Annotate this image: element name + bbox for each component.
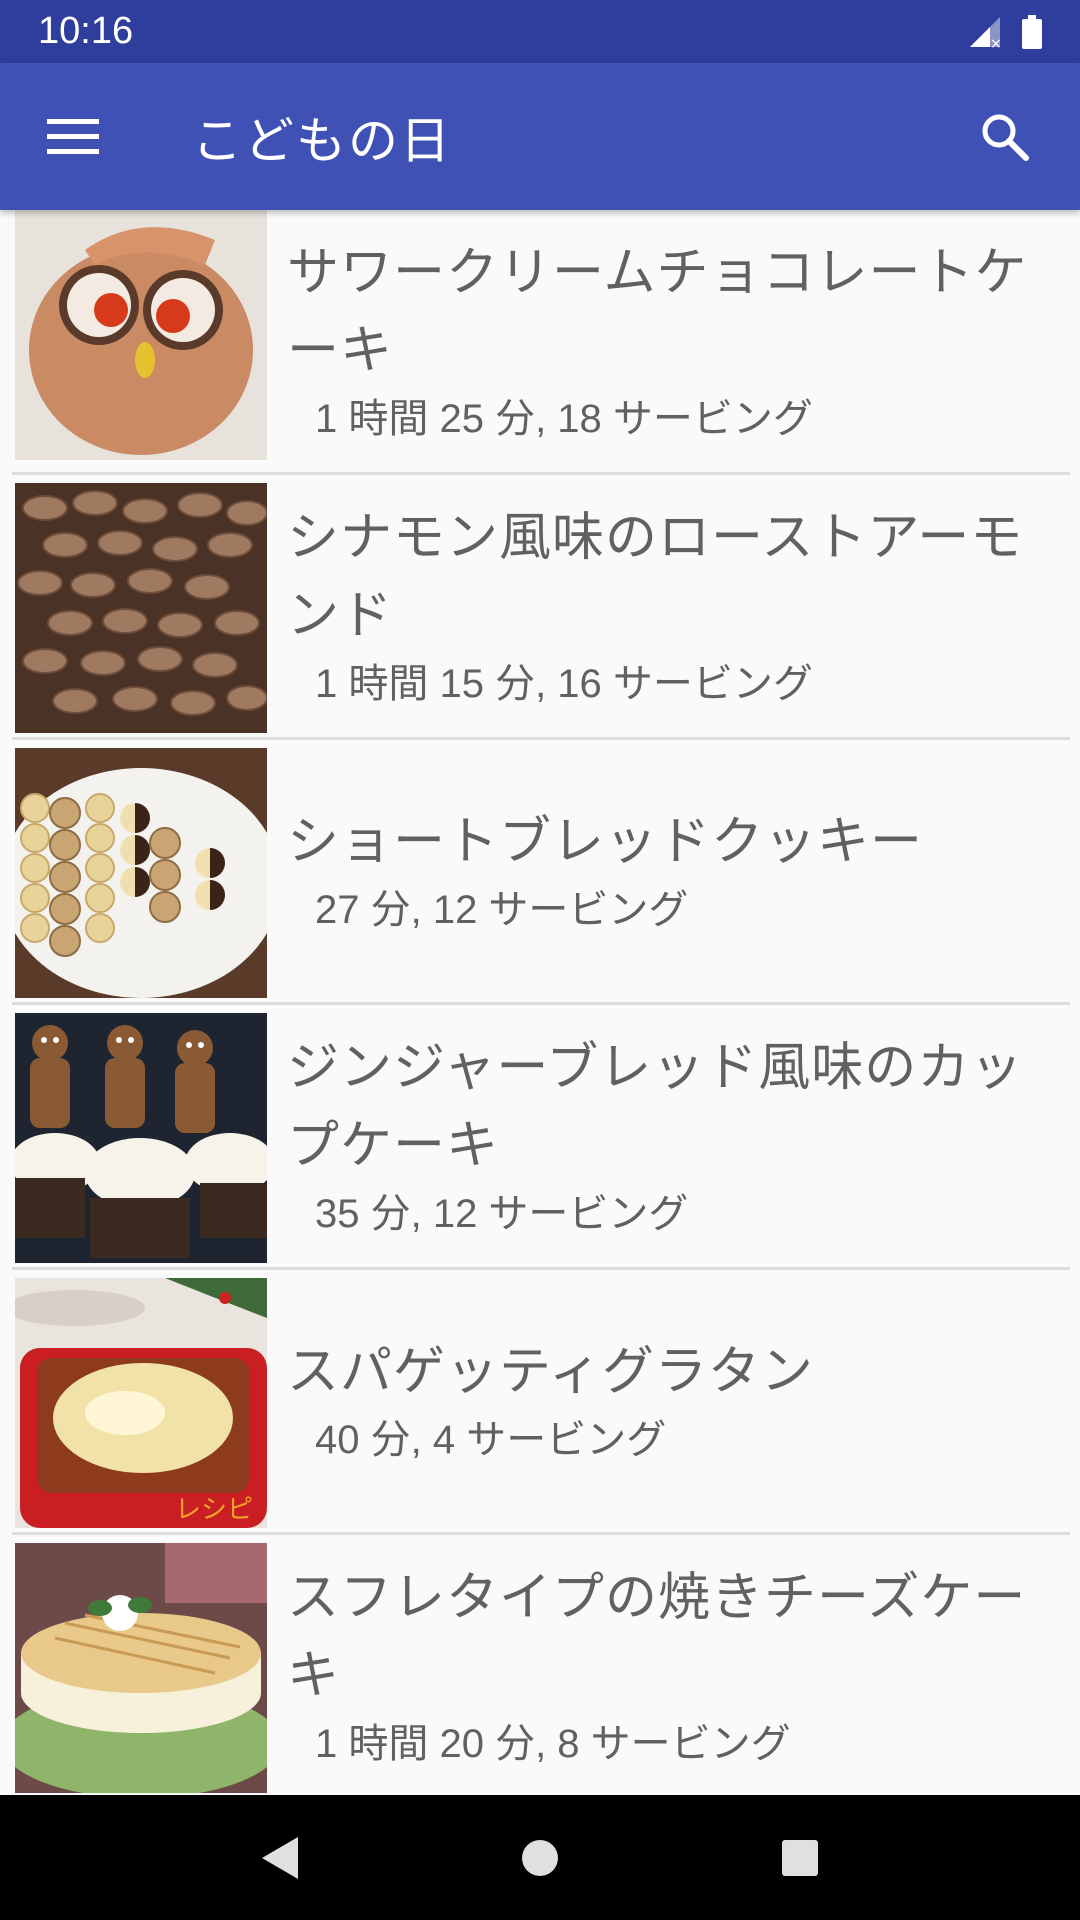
recipe-thumbnail [15,483,267,733]
status-icons: × [968,14,1042,49]
recipe-list[interactable]: サワークリームチョコレートケーキ 1 時間 25 分, 18 サービング シナモ… [0,210,1080,1795]
recipe-meta: 40 分, 4 サービング [315,1418,667,1462]
recipe-title: サワークリームチョコレートケーキ [287,243,1028,381]
menu-button[interactable] [0,63,146,210]
recipe-meta: 1 時間 25 分, 18 サービング [315,397,813,441]
hamburger-menu-icon [47,118,99,154]
recents-square-icon [782,1839,818,1876]
recipe-thumbnail [15,1013,267,1263]
recipe-text: シナモン風味のローストアーモンド 1 時間 15 分, 16 サービング [287,475,1050,737]
status-bar: 10:16 × [0,0,1080,63]
search-button[interactable] [930,63,1080,210]
system-nav-bar [0,1795,1080,1920]
recipe-title: ジンジャーブレッド風味のカップケーキ [287,1038,1024,1176]
recipe-thumbnail [15,210,267,460]
status-time: 10:16 [38,10,134,52]
recipe-title: スパゲッティグラタン [287,1342,814,1402]
list-item[interactable]: シナモン風味のローストアーモンド 1 時間 15 分, 16 サービング [12,475,1070,740]
list-item[interactable]: レシピ スパゲッティグラタン 40 分, 4 サービング [12,1270,1070,1535]
recipe-title: スフレタイプの焼きチーズケーキ [287,1568,1027,1706]
svg-text:レシピ: レシピ [175,1495,253,1525]
recipe-title: シナモン風味のローストアーモンド [287,508,1024,646]
recipe-thumbnail [15,748,267,998]
list-item[interactable]: サワークリームチョコレートケーキ 1 時間 25 分, 18 サービング [12,210,1070,475]
recipe-meta: 1 時間 20 分, 8 サービング [315,1722,791,1766]
back-triangle-icon [262,1836,298,1879]
recipe-text: サワークリームチョコレートケーキ 1 時間 25 分, 18 サービング [287,210,1050,472]
svg-text:×: × [990,36,1002,49]
back-button[interactable] [240,1818,320,1898]
recipe-meta: 27 分, 12 サービング [315,888,689,932]
recipe-text: ジンジャーブレッド風味のカップケーキ 35 分, 12 サービング [287,1005,1050,1267]
home-button[interactable] [500,1818,580,1898]
recipe-thumbnail [15,1543,267,1793]
recipe-meta: 35 分, 12 サービング [315,1192,689,1236]
app-bar: こどもの日 [0,63,1080,210]
recipe-thumbnail: レシピ [15,1278,267,1528]
recipe-title: ショートブレッドクッキー [287,812,924,872]
list-item[interactable]: スフレタイプの焼きチーズケーキ 1 時間 20 分, 8 サービング [12,1535,1070,1795]
list-item[interactable]: ショートブレッドクッキー 27 分, 12 サービング [12,740,1070,1005]
recipe-text: スパゲッティグラタン 40 分, 4 サービング [287,1270,1050,1532]
signal-icon: × [970,16,1002,49]
list-item[interactable]: ジンジャーブレッド風味のカップケーキ 35 分, 12 サービング [12,1005,1070,1270]
home-circle-icon [522,1839,558,1876]
recents-button[interactable] [760,1818,840,1898]
page-title: こどもの日 [192,111,452,170]
recipe-text: スフレタイプの焼きチーズケーキ 1 時間 20 分, 8 サービング [287,1535,1050,1795]
search-icon [982,114,1029,161]
recipe-meta: 1 時間 15 分, 16 サービング [315,662,813,706]
battery-icon [1022,14,1042,49]
recipe-text: ショートブレッドクッキー 27 分, 12 サービング [287,740,1050,1002]
